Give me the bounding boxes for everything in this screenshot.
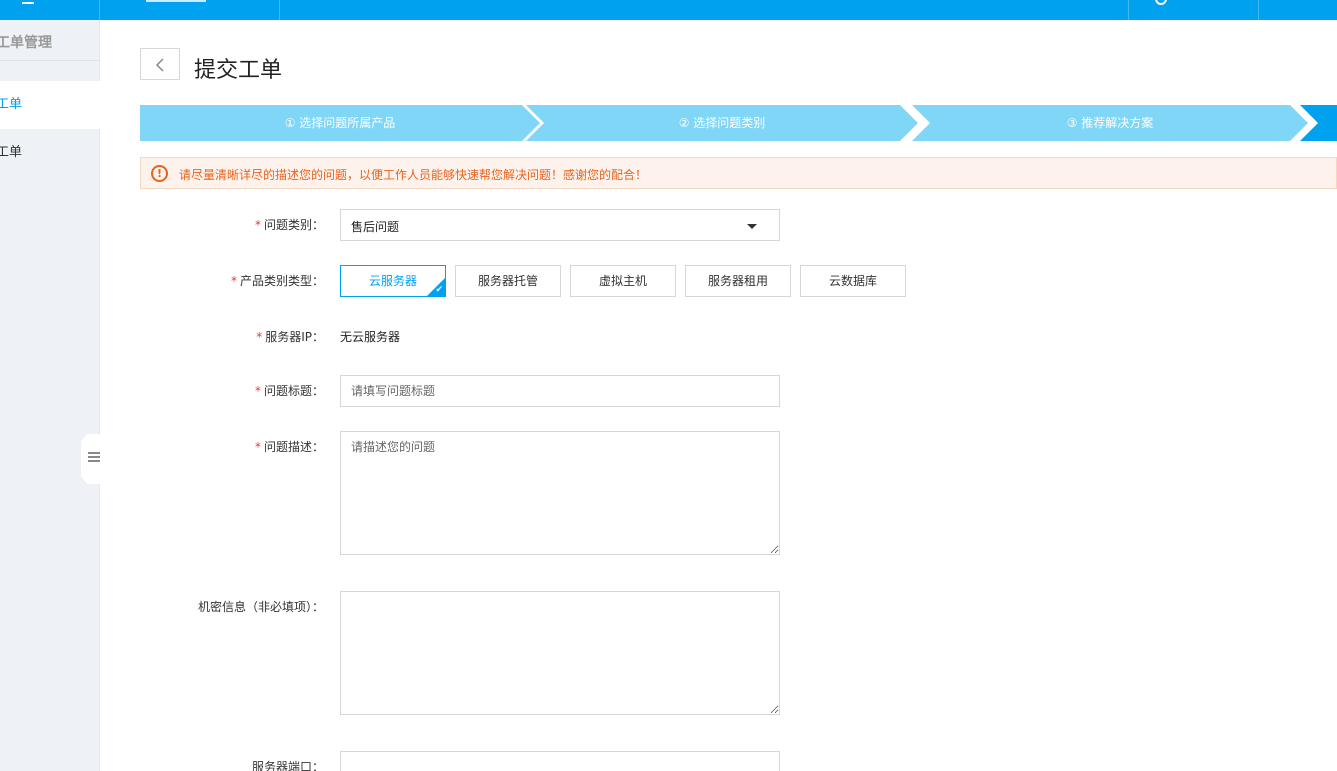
top-nav-divider <box>1128 0 1129 20</box>
user-icon[interactable] <box>1155 0 1167 5</box>
server-port-label: 服务器端口： <box>251 760 324 771</box>
step-3: ③ 推荐解决方案 <box>912 105 1308 141</box>
step-1-label: ① 选择问题所属产品 <box>284 116 396 130</box>
title-input[interactable] <box>340 375 780 407</box>
product-option-virtual-host[interactable]: 虚拟主机 <box>570 265 676 297</box>
hamburger-icon <box>88 452 100 454</box>
description-label-text: 问题描述： <box>263 440 324 454</box>
product-option-label: 服务器托管 <box>477 274 538 288</box>
sidebar-title: 工单管理 <box>0 35 52 51</box>
product-type-label-text: 产品类别类型： <box>239 274 324 288</box>
sidebar: 工单管理 工单 工单 <box>0 20 101 771</box>
title-label: * 问题标题： <box>254 384 324 398</box>
top-nav-logo[interactable] <box>146 0 206 2</box>
step-progress: ① 选择问题所属产品 ② 选择问题类别 ③ 推荐解决方案 <box>140 105 1337 141</box>
description-label: * 问题描述： <box>254 440 324 454</box>
product-option-label: 服务器租用 <box>707 274 768 288</box>
secret-info-label: 机密信息（非必填项）： <box>197 600 324 614</box>
chevron-left-icon <box>155 58 164 72</box>
server-ip-value: 无云服务器 <box>340 330 401 344</box>
category-label-text: 问题类别： <box>263 218 324 232</box>
notice-banner: ! 请尽量清晰详尽的描述您的问题，以便工作人员能够快速帮您解决问题！感谢您的配合… <box>140 157 1337 189</box>
product-option-label: 云服务器 <box>368 274 417 288</box>
product-option-server-rental[interactable]: 服务器租用 <box>685 265 791 297</box>
caret-down-icon <box>747 224 757 229</box>
top-nav-divider <box>279 0 280 20</box>
step-3-label: ③ 推荐解决方案 <box>1066 116 1154 130</box>
page-title: 提交工单 <box>194 58 283 83</box>
warning-icon: ! <box>151 165 168 182</box>
sidebar-collapse-toggle[interactable] <box>81 434 101 484</box>
step-2: ② 选择问题类别 <box>526 105 918 141</box>
top-nav-divider <box>99 0 100 20</box>
product-option-label: 虚拟主机 <box>598 274 647 288</box>
back-button[interactable] <box>140 48 180 80</box>
server-ip-label: * 服务器IP： <box>256 330 324 344</box>
sidebar-item-tickets-active[interactable]: 工单 <box>0 81 100 129</box>
step-4 <box>1300 105 1337 141</box>
product-option-label: 云数据库 <box>828 274 877 288</box>
category-select[interactable]: 售后问题 <box>340 209 780 241</box>
sidebar-divider <box>0 60 100 61</box>
product-option-cloud-server[interactable]: 云服务器 ✔ <box>340 265 446 297</box>
product-option-server-hosting[interactable]: 服务器托管 <box>455 265 561 297</box>
step-2-label: ② 选择问题类别 <box>678 116 766 130</box>
category-select-value: 售后问题 <box>351 220 400 234</box>
step-4-shape <box>1300 105 1337 141</box>
server-port-input[interactable] <box>340 751 780 771</box>
product-type-label: * 产品类别类型： <box>230 274 324 288</box>
product-option-cloud-database[interactable]: 云数据库 <box>800 265 906 297</box>
top-nav-bar <box>0 0 1337 20</box>
top-nav-divider <box>1258 0 1259 20</box>
server-ip-label-text: 服务器IP： <box>265 330 324 344</box>
menu-icon[interactable] <box>22 0 34 4</box>
step-1: ① 选择问题所属产品 <box>140 105 540 141</box>
sidebar-item-tickets[interactable]: 工单 <box>0 129 100 177</box>
title-label-text: 问题标题： <box>263 384 324 398</box>
notice-text: 请尽量清晰详尽的描述您的问题，以便工作人员能够快速帮您解决问题！感谢您的配合！ <box>179 168 648 182</box>
description-textarea[interactable] <box>340 431 780 555</box>
check-icon: ✔ <box>435 285 443 295</box>
secret-info-textarea[interactable] <box>340 591 780 715</box>
category-label: * 问题类别： <box>254 218 324 232</box>
